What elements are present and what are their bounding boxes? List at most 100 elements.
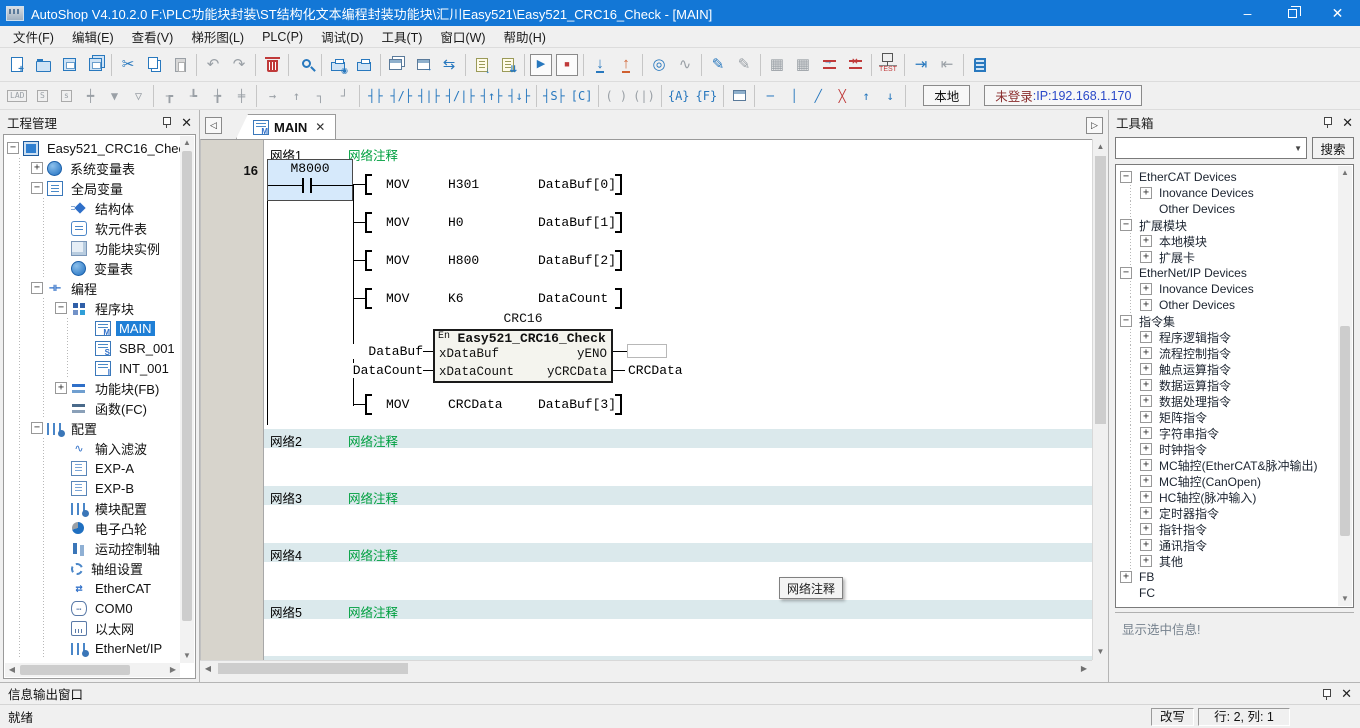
sidebar-item-axis-group[interactable]: 轴组设置 — [7, 558, 195, 578]
expander-icon[interactable] — [1120, 315, 1132, 327]
rung-tool-1-button[interactable]: ┲ — [157, 85, 181, 107]
tab-close-icon[interactable]: ✕ — [315, 120, 325, 134]
rung-mov-1[interactable]: MOV H301 DataBuf[0] — [353, 173, 1092, 197]
expander-icon[interactable] — [1140, 187, 1152, 199]
login-button[interactable]: ⇥ — [908, 52, 934, 78]
sidebar-item-system-var-table[interactable]: 系统变量表 — [7, 158, 195, 178]
rung-mov-5[interactable]: MOV CRCData DataBuf[3] — [353, 393, 1092, 417]
scroll-down-icon[interactable]: ▼ — [1093, 644, 1108, 660]
contact-nc-pos-button[interactable]: ┤/|├ — [443, 85, 478, 107]
coil-out-button[interactable]: ( ) — [602, 85, 630, 107]
line-corner-up-button[interactable]: ┘ — [332, 85, 356, 107]
sidebar-item-functions-fc[interactable]: 函数(FC) — [7, 398, 195, 418]
download-list-button[interactable] — [469, 52, 495, 78]
toolbox-item-mc-axis-ethercat[interactable]: MC轴控(EtherCAT&脉冲输出) — [1120, 457, 1353, 473]
sidebar-item-sbr001[interactable]: SBR_001 — [7, 338, 195, 358]
toolbox-item-inovance-devices-2[interactable]: Inovance Devices — [1120, 281, 1353, 297]
sidebar-item-function-blocks[interactable]: 功能块(FB) — [7, 378, 195, 398]
toolbox-item-local-modules[interactable]: 本地模块 — [1120, 233, 1353, 249]
tab-main[interactable]: MAIN ✕ — [236, 114, 336, 139]
usb-test-button[interactable]: TEST — [875, 52, 901, 78]
app-instruction-f-button[interactable]: {F} — [693, 85, 721, 107]
sidebar-item-ethernet-ip[interactable]: EtherNet/IP — [7, 638, 195, 658]
rung-mov-4[interactable]: MOV K6 DataCount — [353, 287, 1092, 311]
contact-rising-button[interactable]: ┤↑├ — [478, 85, 506, 107]
expander-icon[interactable] — [1140, 443, 1152, 455]
sidebar-item-programming[interactable]: 编程 — [7, 278, 195, 298]
fb-input-wire-2[interactable]: DataCount — [347, 363, 423, 378]
project-tree-vscrollbar[interactable]: ▲ ▼ — [180, 136, 194, 663]
print-preview-button[interactable] — [325, 52, 351, 78]
ladder-canvas[interactable]: 16 网络1 网络注释 M8000 — [200, 139, 1092, 660]
scrollbar-thumb[interactable] — [1095, 156, 1106, 424]
expander-icon[interactable] — [1140, 507, 1152, 519]
sidebar-item-module-config[interactable]: 模块配置 — [7, 498, 195, 518]
sidebar-item-device-table[interactable]: 软元件表 — [7, 218, 195, 238]
expander-icon[interactable] — [1140, 331, 1152, 343]
insert-down-hollow-button[interactable]: ▽ — [126, 85, 150, 107]
matrix-insert-button[interactable]: ▦ — [764, 52, 790, 78]
expander-icon[interactable] — [31, 182, 43, 194]
line-up-button[interactable]: ↑ — [284, 85, 308, 107]
network-3-header[interactable]: 网络3 网络注释 — [264, 486, 1092, 505]
network-4-header[interactable]: 网络4 网络注释 — [264, 543, 1092, 562]
menu-file[interactable]: 文件(F) — [4, 27, 63, 46]
function-block-button[interactable] — [727, 85, 751, 107]
line-corner-down-button[interactable]: ┐ — [308, 85, 332, 107]
fb-eno-output-box[interactable] — [627, 344, 667, 358]
expander-icon[interactable] — [1140, 459, 1152, 471]
insert-down-button[interactable]: ▼ — [102, 85, 126, 107]
matrix-delete-button[interactable]: ▦ — [790, 52, 816, 78]
expander-icon[interactable] — [55, 382, 67, 394]
app-instruction-a-button[interactable]: {A} — [665, 85, 693, 107]
sidebar-item-config[interactable]: 配置 — [7, 418, 195, 438]
expander-icon[interactable] — [1140, 555, 1152, 567]
pin-icon[interactable] — [1321, 688, 1332, 700]
toolbox-item-instruction-set[interactable]: 指令集 — [1120, 313, 1353, 329]
expander-icon[interactable] — [1120, 267, 1132, 279]
expander-icon[interactable] — [1140, 539, 1152, 551]
close-button[interactable]: ✕ — [1315, 0, 1360, 26]
scroll-left-icon[interactable]: ◀ — [200, 661, 216, 676]
expander-icon[interactable] — [7, 142, 19, 154]
toolbox-item-expansion-modules[interactable]: 扩展模块 — [1120, 217, 1353, 233]
expander-icon[interactable] — [1140, 491, 1152, 503]
toolbox-item-mc-axis-canopen[interactable]: MC轴控(CanOpen) — [1120, 473, 1353, 489]
download-plc-button[interactable]: ↓ — [587, 52, 613, 78]
minimize-button[interactable]: – — [1225, 0, 1270, 26]
set-s-button[interactable]: S — [30, 85, 54, 107]
new-project-button[interactable] — [4, 52, 30, 78]
network-comment[interactable]: 网络注释 — [348, 431, 398, 450]
contact-pos-button[interactable]: ┤|├ — [415, 85, 443, 107]
chevron-down-icon[interactable]: ▼ — [1294, 144, 1302, 153]
menu-window[interactable]: 窗口(W) — [431, 27, 494, 46]
network-1-header[interactable]: 网络1 网络注释 — [264, 143, 1092, 162]
fb-output-wire-2[interactable]: CRCData — [628, 363, 683, 378]
menu-plc[interactable]: PLC(P) — [253, 30, 312, 44]
read-edit-button[interactable]: ✎ — [731, 52, 757, 78]
toolbox-item-comm[interactable]: 通讯指令 — [1120, 537, 1353, 553]
project-root[interactable]: Easy521_CRC16_Check — [7, 138, 195, 158]
expander-icon[interactable] — [1120, 219, 1132, 231]
editor-vscrollbar[interactable]: ▲ ▼ — [1092, 139, 1108, 660]
expander-icon[interactable] — [1140, 299, 1152, 311]
toolbox-item-contact-ops[interactable]: 触点运算指令 — [1120, 361, 1353, 377]
toolbox-item-inovance-devices[interactable]: Inovance Devices — [1120, 185, 1353, 201]
fb-input-wire-1[interactable]: DataBuf — [351, 344, 423, 359]
upload-plc-button[interactable]: ↑ — [613, 52, 639, 78]
rung-mov-3[interactable]: MOV H800 DataBuf[2] — [353, 249, 1092, 273]
expander-icon[interactable] — [1120, 571, 1132, 583]
network-comment[interactable]: 网络注释 — [348, 602, 398, 621]
arrow-up-button[interactable]: ↑ — [854, 85, 878, 107]
sidebar-item-com0[interactable]: COM0 — [7, 598, 195, 618]
scroll-up-icon[interactable]: ▲ — [1093, 139, 1108, 155]
redo-button[interactable]: ↷ — [226, 52, 252, 78]
line-slash-button[interactable]: ╱ — [806, 85, 830, 107]
expander-icon[interactable] — [1120, 171, 1132, 183]
undo-button[interactable]: ↶ — [200, 52, 226, 78]
menu-view[interactable]: 查看(V) — [123, 27, 183, 46]
delete-button[interactable] — [259, 52, 285, 78]
rung-mov-2[interactable]: MOV H0 DataBuf[1] — [353, 211, 1092, 235]
toolbox-item-expansion-cards[interactable]: 扩展卡 — [1120, 249, 1353, 265]
upload-list-button[interactable] — [495, 52, 521, 78]
